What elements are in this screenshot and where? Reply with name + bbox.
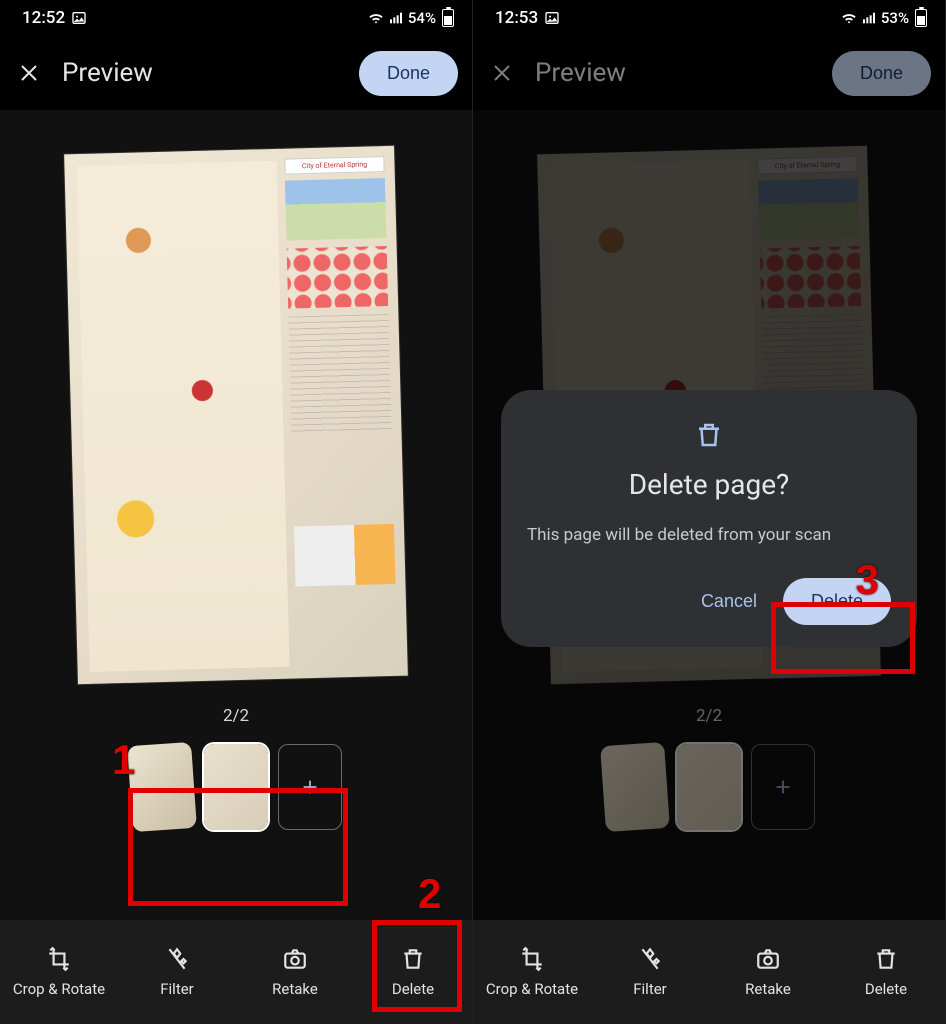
retake-button[interactable]: Retake bbox=[236, 920, 354, 1024]
scanned-page-preview[interactable]: City of Eternal Spring bbox=[64, 146, 408, 684]
dialog-cancel-button[interactable]: Cancel bbox=[701, 591, 757, 612]
done-button[interactable]: Done bbox=[832, 51, 931, 96]
crop-rotate-button[interactable]: Crop & Rotate bbox=[0, 920, 118, 1024]
battery-icon bbox=[442, 9, 454, 27]
retake-button[interactable]: Retake bbox=[709, 920, 827, 1024]
crop-rotate-label: Crop & Rotate bbox=[486, 980, 578, 998]
close-icon[interactable] bbox=[487, 58, 517, 88]
filter-label: Filter bbox=[633, 980, 667, 998]
crop-rotate-label: Crop & Rotate bbox=[13, 980, 105, 998]
wifi-icon bbox=[368, 10, 384, 26]
signal-icon bbox=[388, 10, 404, 26]
retake-label: Retake bbox=[745, 980, 791, 998]
thumb-page-2[interactable] bbox=[204, 744, 268, 830]
phone-left: 12:52 54% Preview Done City of Eterna bbox=[0, 0, 473, 1024]
bottom-toolbar: Crop & Rotate Filter Retake Delete bbox=[0, 920, 472, 1024]
filter-label: Filter bbox=[160, 980, 194, 998]
image-icon bbox=[71, 10, 87, 26]
app-header: Preview Done bbox=[0, 36, 472, 110]
add-page-button[interactable] bbox=[278, 744, 342, 830]
app-header: Preview Done bbox=[473, 36, 945, 110]
delete-label: Delete bbox=[392, 980, 434, 998]
page-title: Preview bbox=[62, 58, 341, 88]
status-time: 12:52 bbox=[22, 8, 65, 28]
battery-icon bbox=[915, 9, 927, 27]
delete-button[interactable]: Delete bbox=[354, 920, 472, 1024]
delete-label: Delete bbox=[865, 980, 907, 998]
signal-icon bbox=[861, 10, 877, 26]
preview-area: City of Eternal Spring 2/2 bbox=[0, 110, 472, 920]
close-icon[interactable] bbox=[14, 58, 44, 88]
status-battery-pct: 53% bbox=[881, 9, 909, 27]
wifi-icon bbox=[841, 10, 857, 26]
retake-label: Retake bbox=[272, 980, 318, 998]
dialog-body: This page will be deleted from your scan bbox=[527, 523, 891, 548]
delete-button[interactable]: Delete bbox=[827, 920, 945, 1024]
filter-button[interactable]: Filter bbox=[118, 920, 236, 1024]
status-bar: 12:52 54% bbox=[0, 0, 472, 36]
scan-card-title: City of Eternal Spring bbox=[284, 156, 384, 175]
bottom-toolbar: Crop & Rotate Filter Retake Delete bbox=[473, 920, 945, 1024]
status-time: 12:53 bbox=[495, 8, 538, 28]
dialog-delete-button[interactable]: Delete bbox=[783, 578, 891, 625]
image-icon bbox=[544, 10, 560, 26]
delete-page-dialog: Delete page? This page will be deleted f… bbox=[501, 390, 917, 647]
status-battery-pct: 54% bbox=[408, 9, 436, 27]
page-thumbnails bbox=[130, 744, 342, 830]
filter-button[interactable]: Filter bbox=[591, 920, 709, 1024]
phone-right: 12:53 53% Preview Done City of Eterna bbox=[473, 0, 946, 1024]
dialog-title: Delete page? bbox=[527, 468, 891, 501]
done-button[interactable]: Done bbox=[359, 51, 458, 96]
page-title: Preview bbox=[535, 58, 814, 88]
status-bar: 12:53 53% bbox=[473, 0, 945, 36]
crop-rotate-button[interactable]: Crop & Rotate bbox=[473, 920, 591, 1024]
thumb-page-1[interactable] bbox=[127, 742, 197, 832]
page-indicator: 2/2 bbox=[223, 706, 249, 726]
trash-icon bbox=[527, 420, 891, 454]
